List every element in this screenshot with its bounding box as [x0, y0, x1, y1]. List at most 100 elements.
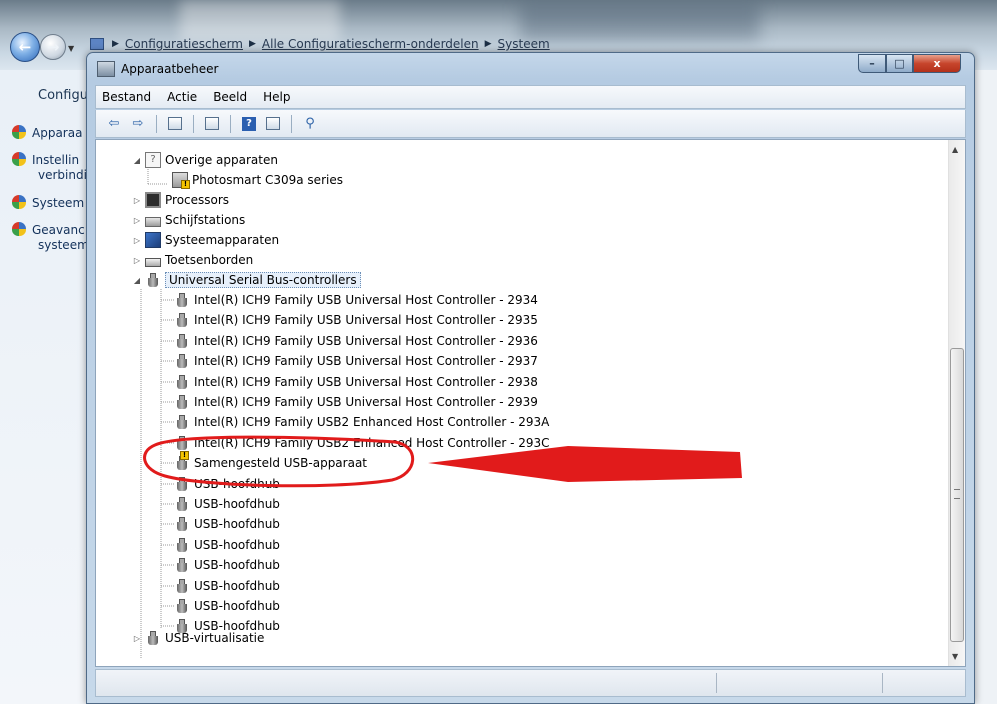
usb-icon	[174, 353, 190, 369]
expand-arrow-icon[interactable]: ▷	[132, 634, 142, 643]
shield-icon	[12, 152, 26, 166]
breadcrumb-separator-icon: ▶	[484, 39, 492, 49]
sidebar-link-system-protection[interactable]: Systeem	[12, 195, 84, 211]
window-title: Apparaatbeheer	[121, 62, 219, 76]
usb-icon	[145, 630, 161, 646]
sidebar-title: Configu	[38, 88, 88, 103]
sidebar-link-remote-settings[interactable]: Instellin verbindi	[12, 152, 87, 183]
usb-icon	[174, 537, 190, 553]
tree-node-usb-device[interactable]: ! Samengesteld USB-apparaat	[174, 451, 367, 473]
tree-node-usb-device[interactable]: Intel(R) ICH9 Family USB Universal Host …	[174, 331, 538, 351]
breadcrumb-item-control-panel[interactable]: Configuratiescherm	[125, 37, 243, 51]
tree-node-label: USB-virtualisatie	[165, 631, 265, 645]
tree-node-usb-controllers[interactable]: ◢ Universal Serial Bus-controllers	[132, 270, 361, 290]
shield-icon	[12, 125, 26, 139]
control-panel-icon	[90, 38, 104, 50]
tree-node-label: Schijfstations	[165, 213, 246, 227]
vertical-scrollbar[interactable]: ▲ ▼	[948, 140, 965, 666]
tree-node-usb-device[interactable]: USB-hoofdhub	[174, 514, 280, 534]
tree-node-usb-device[interactable]: Intel(R) ICH9 Family USB2 Enhanced Host …	[174, 412, 549, 432]
tree-node-keyboards[interactable]: ▷ Toetsenborden	[132, 250, 253, 270]
expand-arrow-icon[interactable]: ▷	[132, 236, 142, 245]
back-button[interactable]: ←	[10, 32, 40, 62]
printer-warning-icon: !	[172, 172, 190, 189]
tree-node-label: Intel(R) ICH9 Family USB Universal Host …	[194, 354, 538, 368]
tree-node-label: Intel(R) ICH9 Family USB2 Enhanced Host …	[194, 436, 550, 450]
shield-icon	[12, 222, 26, 236]
forward-arrow-icon[interactable]: ⇨	[128, 115, 148, 133]
tree-node-label: Toetsenborden	[165, 253, 254, 267]
unknown-device-icon: ?	[145, 152, 161, 168]
tree-node-usb-device[interactable]: USB-hoofdhub	[174, 474, 280, 494]
tree-node-disk-drives[interactable]: ▷ Schijfstations	[132, 210, 245, 230]
sidebar-link-device-manager[interactable]: Apparaa	[12, 125, 82, 141]
forward-button[interactable]: →	[40, 34, 66, 60]
forward-arrow-icon: →	[46, 38, 60, 56]
tree-node-usb-device[interactable]: Intel(R) ICH9 Family USB Universal Host …	[174, 290, 538, 310]
usb-icon	[174, 557, 190, 573]
tree-node-label: USB-hoofdhub	[194, 497, 280, 511]
tree-node-usb-device[interactable]: Intel(R) ICH9 Family USB2 Enhanced Host …	[174, 433, 550, 453]
tree-node-label: Systeemapparaten	[165, 233, 280, 247]
usb-icon	[174, 516, 190, 532]
tree-node-usb-device[interactable]: USB-hoofdhub	[174, 576, 280, 596]
breadcrumb-separator-icon: ▶	[112, 39, 119, 49]
tree-node-usb-device[interactable]: Intel(R) ICH9 Family USB Universal Host …	[174, 392, 538, 412]
minimize-button[interactable]: –	[858, 54, 886, 73]
tree-node-usb-device[interactable]: USB-hoofdhub	[174, 555, 280, 575]
expand-arrow-icon[interactable]: ▷	[132, 216, 142, 225]
maximize-button[interactable]: □	[886, 54, 913, 73]
properties-icon[interactable]	[165, 115, 185, 133]
tree-node-other-devices[interactable]: ◢ ? Overige apparaten	[132, 150, 278, 170]
menu-action[interactable]: Actie	[159, 90, 205, 104]
scroll-down-arrow-icon[interactable]: ▼	[952, 652, 958, 661]
tree-node-label: USB-hoofdhub	[194, 477, 280, 491]
scan-hardware-icon[interactable]: ⚲	[300, 115, 320, 133]
sidebar-link-label: Apparaa	[32, 126, 83, 140]
back-arrow-icon[interactable]: ⇦	[104, 115, 124, 133]
usb-icon	[174, 435, 190, 451]
tree-node-label: USB-hoofdhub	[194, 599, 280, 613]
scroll-up-arrow-icon[interactable]: ▲	[952, 145, 958, 154]
breadcrumb-item-system[interactable]: Systeem	[498, 37, 550, 51]
breadcrumb-item-all-items[interactable]: Alle Configuratiescherm-onderdelen	[262, 37, 479, 51]
expand-arrow-icon[interactable]: ▷	[132, 196, 142, 205]
menu-file[interactable]: Bestand	[96, 90, 159, 104]
tree-node-label: USB-hoofdhub	[194, 579, 280, 593]
tree-node-label: Intel(R) ICH9 Family USB Universal Host …	[194, 375, 538, 389]
tree-node-processors[interactable]: ▷ Processors	[132, 190, 229, 210]
usb-icon	[174, 374, 190, 390]
usb-icon	[174, 394, 190, 410]
tree-node-photosmart[interactable]: ! Photosmart C309a series	[172, 170, 343, 190]
toolbar: ⇦ ⇨ ? ⚲	[95, 110, 966, 138]
tree-node-system-devices[interactable]: ▷ Systeemapparaten	[132, 230, 279, 250]
close-button[interactable]: x	[913, 54, 961, 73]
sidebar-link-advanced-settings[interactable]: Geavanc systeem	[12, 222, 89, 253]
device-manager-window: Apparaatbeheer – □ x Bestand Actie Beeld…	[86, 52, 975, 704]
tree-node-label: Intel(R) ICH9 Family USB Universal Host …	[194, 293, 538, 307]
scrollbar-thumb[interactable]	[950, 348, 964, 642]
tree-node-usb-device[interactable]: Intel(R) ICH9 Family USB Universal Host …	[174, 351, 538, 371]
tree-node-label: Photosmart C309a series	[192, 173, 343, 187]
tree-node-usb-device[interactable]: Intel(R) ICH9 Family USB Universal Host …	[174, 372, 538, 392]
disk-drive-icon	[145, 216, 161, 227]
tree-node-usb-device[interactable]: USB-hoofdhub	[174, 535, 280, 555]
collapse-arrow-icon[interactable]: ◢	[132, 276, 142, 285]
tree-node-usb-device[interactable]: USB-hoofdhub	[174, 494, 280, 514]
collapse-arrow-icon[interactable]: ◢	[132, 156, 142, 165]
tree-node-usb-device[interactable]: Intel(R) ICH9 Family USB Universal Host …	[174, 310, 538, 330]
usb-icon	[174, 292, 190, 308]
tree-node-label: Universal Serial Bus-controllers	[165, 272, 361, 288]
tree-node-usb-virtualization[interactable]: ▷ USB-virtualisatie	[132, 628, 264, 648]
menu-view[interactable]: Beeld	[205, 90, 255, 104]
menu-help[interactable]: Help	[255, 90, 298, 104]
recent-pages-chevron-icon[interactable]: ▼	[68, 44, 74, 53]
tree-node-usb-device[interactable]: USB-hoofdhub	[174, 596, 280, 616]
usb-icon	[174, 476, 190, 492]
usb-icon	[174, 598, 190, 614]
help-icon[interactable]: ?	[239, 115, 259, 133]
view-icon[interactable]	[202, 115, 222, 133]
expand-arrow-icon[interactable]: ▷	[132, 256, 142, 265]
monitor-icon[interactable]	[263, 115, 283, 133]
tree-node-label: Intel(R) ICH9 Family USB Universal Host …	[194, 395, 538, 409]
